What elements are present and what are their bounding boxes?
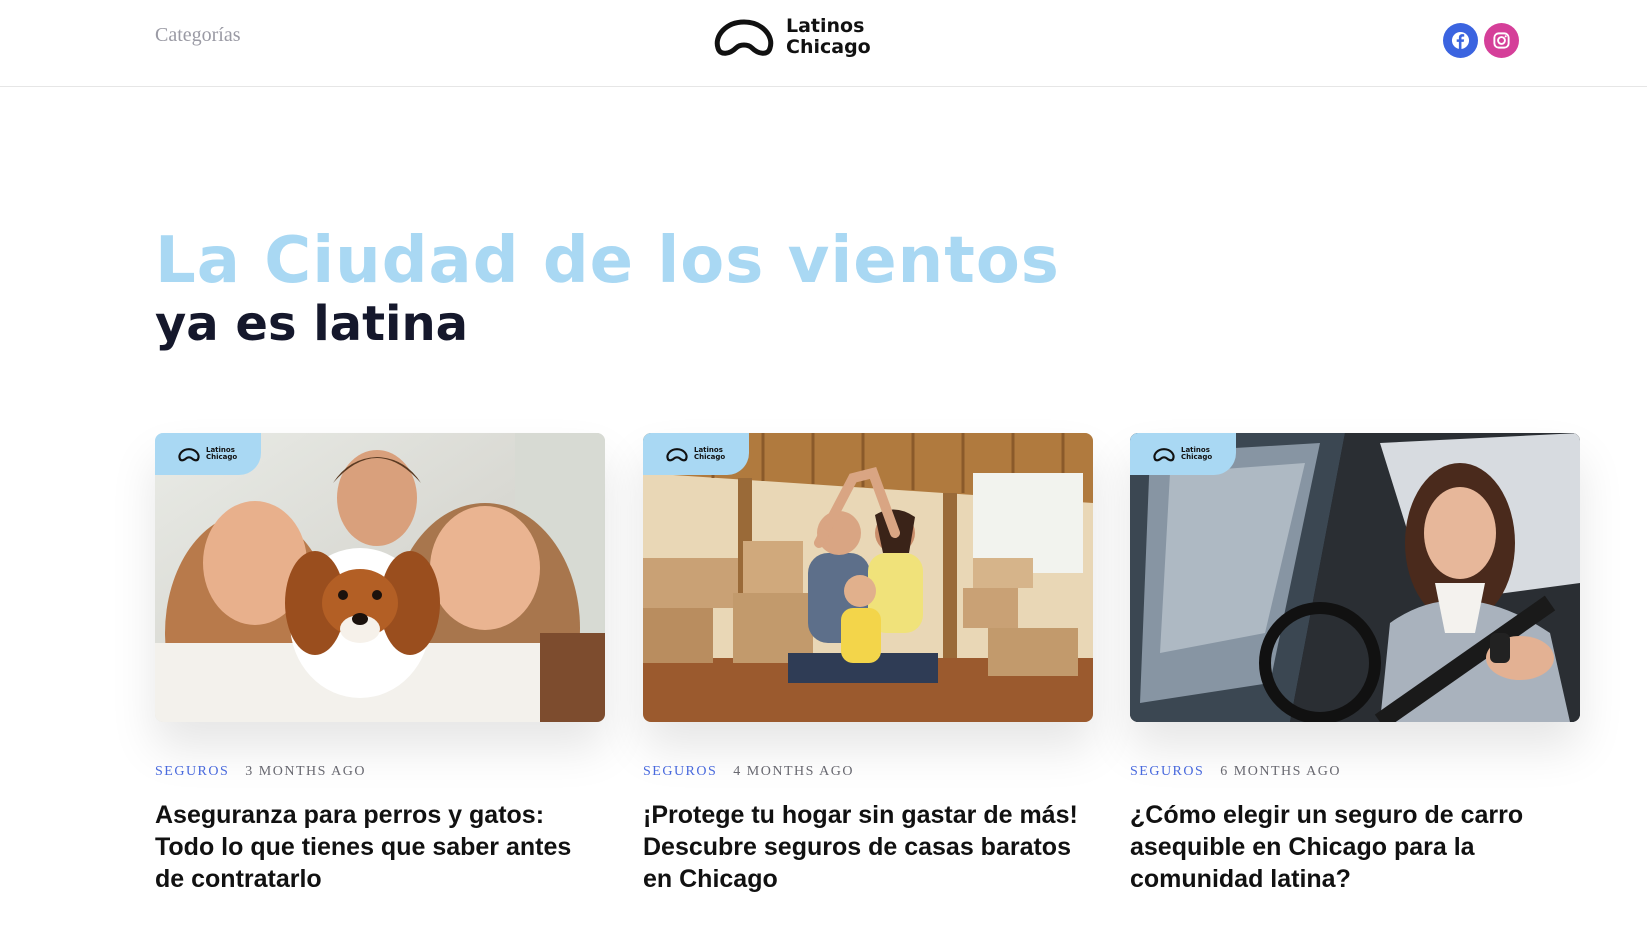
logo-mark-icon [178,447,200,461]
category-link[interactable]: SEGUROS [155,764,229,779]
article-meta: SEGUROS 6 MONTHS AGO [1130,764,1580,780]
category-link[interactable]: SEGUROS [1130,764,1204,779]
hero-heading: La Ciudad de los vientos ya es latina [155,226,1060,352]
article-meta: SEGUROS 4 MONTHS AGO [643,764,1093,780]
article-card: Latinos Chicago SEGUROS 3 MONTHS AGO Aseg… [155,433,605,895]
instagram-button[interactable] [1484,23,1519,58]
article-meta: SEGUROS 3 MONTHS AGO [155,764,605,780]
post-date: 4 MONTHS AGO [733,764,854,779]
hero-line-1: La Ciudad de los vientos [155,224,1060,298]
brand-badge: Latinos Chicago [643,433,749,475]
facebook-button[interactable] [1443,23,1478,58]
badge-wordmark: Latinos Chicago [206,447,237,461]
badge-line-2: Chicago [694,453,726,461]
badge-line-2: Chicago [1181,453,1213,461]
logo-mark-icon [666,447,688,461]
post-date: 3 MONTHS AGO [245,764,366,779]
logo-mark-icon [714,19,774,56]
nav-categories-link[interactable]: Categorías [155,24,241,47]
badge-line-2: Chicago [206,453,238,461]
kids-with-puppy-photo [155,433,605,722]
site-header: Categorías Latinos Chicago [0,0,1647,87]
woman-driving-car-photo [1130,433,1580,722]
article-thumbnail[interactable]: Latinos Chicago [155,433,605,722]
post-date: 6 MONTHS AGO [1220,764,1341,779]
facebook-icon [1451,31,1470,50]
logo-line-2: Chicago [786,36,871,58]
article-card: Latinos Chicago SEGUROS 6 MONTHS AGO ¿Cóm… [1130,433,1580,895]
article-title-link[interactable]: ¿Cómo elegir un seguro de carro asequibl… [1130,799,1580,895]
article-title-link[interactable]: Aseguranza para perros y gatos: Todo lo … [155,799,605,895]
brand-badge: Latinos Chicago [155,433,261,475]
brand-badge: Latinos Chicago [1130,433,1236,475]
article-title-link[interactable]: ¡Protege tu hogar sin gastar de más! Des… [643,799,1093,895]
badge-wordmark: Latinos Chicago [694,447,725,461]
article-thumbnail[interactable]: Latinos Chicago [643,433,1093,722]
category-link[interactable]: SEGUROS [643,764,717,779]
family-with-boxes-photo [643,433,1093,722]
logo-wordmark: Latinos Chicago [786,16,871,58]
logo-line-1: Latinos [786,15,865,37]
site-logo[interactable]: Latinos Chicago [712,16,871,58]
instagram-icon [1493,32,1510,49]
logo-mark-icon [1153,447,1175,461]
badge-wordmark: Latinos Chicago [1181,447,1212,461]
article-thumbnail[interactable]: Latinos Chicago [1130,433,1580,722]
hero-line-2: ya es latina [155,296,469,352]
article-card: Latinos Chicago SEGUROS 4 MONTHS AGO ¡Pro… [643,433,1093,895]
